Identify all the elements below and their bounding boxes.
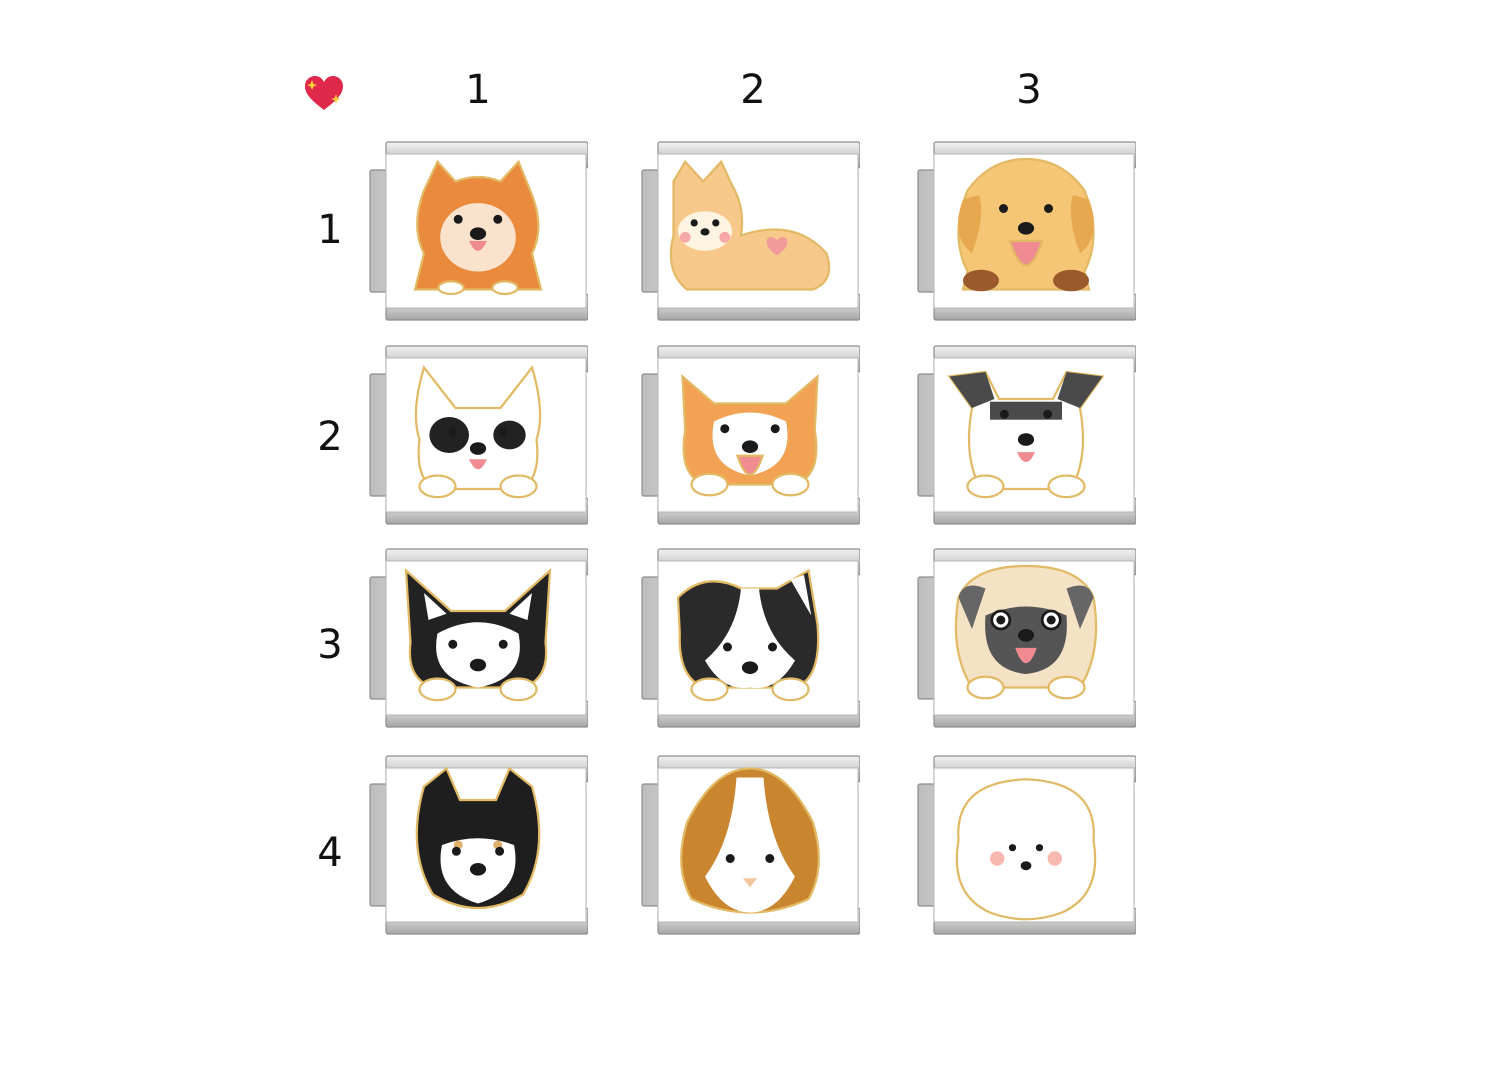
border-collie-dog-icon <box>676 568 820 702</box>
bichon-dog-icon <box>955 778 1097 921</box>
charm-corgi-lying[interactable] <box>640 140 860 322</box>
corgi-lying-dog-icon <box>669 159 831 291</box>
charm-french-bulldog[interactable] <box>368 344 588 526</box>
row-label-3: 3 <box>317 622 343 668</box>
column-label-1: 1 <box>465 67 491 113</box>
charm-beagle[interactable] <box>640 754 860 936</box>
schnauzer-dog-icon <box>947 370 1105 499</box>
pomeranian-dog-icon <box>413 159 543 296</box>
charm-schnauzer[interactable] <box>916 344 1136 526</box>
row-label-4: 4 <box>317 830 343 876</box>
charm-pug[interactable] <box>916 547 1136 729</box>
row-label-2: 2 <box>317 414 343 460</box>
charm-black-shiba[interactable] <box>368 754 588 936</box>
pug-dog-icon <box>954 564 1098 700</box>
sparkling-heart-icon <box>305 76 343 110</box>
charm-border-collie[interactable] <box>640 547 860 729</box>
charm-bichon[interactable] <box>916 754 1136 936</box>
charm-golden-retriever[interactable] <box>916 140 1136 322</box>
husky-dog-icon <box>404 567 552 702</box>
golden-retriever-dog-icon <box>957 157 1095 292</box>
beagle-dog-icon <box>680 767 820 914</box>
shiba-peeking-dog-icon <box>681 373 819 497</box>
black-shiba-dog-icon <box>415 766 541 910</box>
charm-husky[interactable] <box>368 547 588 729</box>
column-label-2: 2 <box>740 67 766 113</box>
charm-pomeranian[interactable] <box>368 140 588 322</box>
row-label-1: 1 <box>317 207 343 253</box>
column-label-3: 3 <box>1016 67 1042 113</box>
french-bulldog-dog-icon <box>414 365 542 499</box>
charm-shiba-peeking[interactable] <box>640 344 860 526</box>
